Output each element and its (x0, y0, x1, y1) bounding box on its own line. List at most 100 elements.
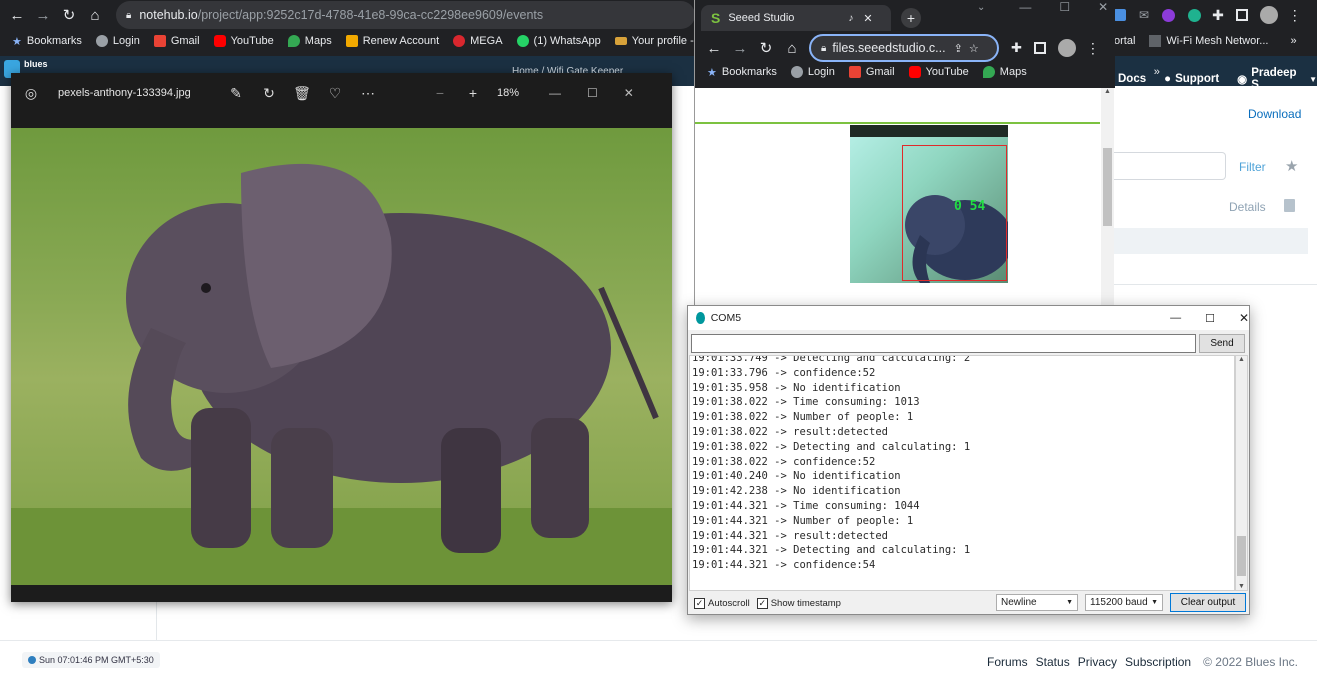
star-icon[interactable]: ★ (1285, 157, 1298, 175)
filter-button[interactable]: Filter (1239, 160, 1266, 174)
details-button[interactable]: Details (1229, 200, 1266, 214)
profile-avatar[interactable] (1259, 6, 1278, 24)
zoom-out-icon[interactable]: − (430, 85, 450, 101)
maximize-icon[interactable]: ☐ (1205, 312, 1215, 325)
bookmark-label: Bookmarks (721, 66, 777, 78)
tab-audio-icon: ♪ (848, 12, 854, 24)
bookmark-star-icon[interactable]: ☆ (969, 42, 979, 55)
arduino-icon (696, 312, 705, 324)
profile-avatar[interactable] (1057, 39, 1076, 57)
clear-output-button[interactable]: Clear output (1170, 593, 1246, 612)
address-bar[interactable]: 🔒︎ notehub.io /project/app:9252c17d-4788… (116, 1, 695, 29)
reload-icon[interactable]: ↻ (755, 37, 777, 59)
more-icon[interactable]: ⋯ (358, 85, 378, 102)
bookmark-login[interactable]: Login (95, 35, 140, 47)
rotate-icon[interactable]: ↻ (259, 85, 279, 102)
minimize-icon[interactable]: — (549, 86, 561, 100)
extension-icon[interactable] (1188, 8, 1202, 22)
share-icon[interactable]: ⇪ (954, 42, 963, 55)
close-icon[interactable]: ✕ (1239, 311, 1249, 325)
minimize-icon[interactable]: — (1019, 0, 1031, 14)
scroll-thumb[interactable] (1237, 536, 1246, 576)
back-icon[interactable]: ← (703, 37, 725, 59)
log-line: 19:01:38.022 -> Time consuming: 1013 (692, 396, 920, 409)
more-bookmarks-icon[interactable]: » (1290, 35, 1296, 47)
bookmark-whatsapp[interactable]: (1) WhatsApp (516, 35, 601, 47)
baud-select[interactable]: 115200 baud ▼ (1085, 594, 1163, 611)
tab-search-icon[interactable]: ⌄ (977, 2, 985, 13)
search-field[interactable] (1114, 152, 1226, 180)
reload-icon[interactable]: ↻ (58, 4, 80, 26)
bookmark-portal[interactable]: ortal (1114, 35, 1135, 47)
bookmark-login[interactable]: Login (790, 66, 835, 78)
scroll-up-icon[interactable]: ▲ (1236, 356, 1247, 363)
log-line: 19:01:38.022 -> Detecting and calculatin… (692, 440, 971, 453)
timestamp-label: Show timestamp (770, 597, 841, 609)
extension-icon[interactable] (1162, 8, 1176, 22)
page-scrollbar[interactable]: ▲ (1101, 88, 1114, 305)
home-icon[interactable]: ⌂ (84, 4, 106, 26)
download-link[interactable]: Download (1248, 107, 1301, 121)
bookmark-maps[interactable]: Maps (982, 66, 1027, 78)
seeed-tab[interactable]: S Seeed Studio ♪ ✕ (701, 5, 891, 31)
serial-output[interactable]: 19:01:33.749 -> Detecting and calculatin… (689, 355, 1235, 591)
close-icon[interactable]: ✕ (1098, 0, 1108, 14)
footer-status[interactable]: Status (1036, 655, 1070, 669)
back-icon[interactable]: ← (6, 4, 28, 26)
bookmark-maps[interactable]: Maps (287, 35, 332, 47)
nav-user[interactable]: Pradeep S (1251, 67, 1307, 91)
mail-icon[interactable]: ✉ (1139, 8, 1149, 22)
bookmark-gmail[interactable]: Gmail (153, 35, 200, 47)
minimize-icon[interactable]: — (1170, 312, 1181, 324)
sidepanel-icon[interactable] (1235, 9, 1248, 21)
footer-forums[interactable]: Forums (987, 655, 1028, 669)
new-tab-icon[interactable]: + (901, 8, 921, 28)
zoom-in-icon[interactable]: + (463, 85, 483, 101)
seeed-address-bar[interactable]: 🔒︎ files.seeedstudio.c... ⇪ ☆ (809, 34, 999, 62)
bookmark-gmail[interactable]: Gmail (848, 66, 895, 78)
extension-icon[interactable] (1114, 9, 1126, 21)
url-host: notehub.io (139, 8, 198, 22)
timestamp-checkbox[interactable]: ✓ (756, 597, 768, 609)
maximize-icon[interactable]: ☐ (1059, 0, 1070, 14)
menu-icon[interactable]: ⋮ (1086, 40, 1100, 57)
bookmark-renew-account[interactable]: Renew Account (345, 35, 439, 47)
forward-icon[interactable]: → (32, 4, 54, 26)
home-icon[interactable]: ⌂ (781, 37, 803, 59)
bookmark-youtube[interactable]: YouTube (213, 35, 274, 47)
menu-icon[interactable]: ⋮ (1288, 7, 1302, 24)
more-bookmarks-icon[interactable]: » (1154, 66, 1160, 78)
scroll-up-icon[interactable]: ▲ (1101, 88, 1114, 95)
lock-icon: 🔒︎ (126, 9, 132, 21)
edit-icon[interactable]: ✎ (226, 85, 246, 102)
delete-icon[interactable]: 🗑︎ (292, 85, 312, 102)
sidepanel-icon[interactable] (1033, 42, 1046, 54)
footer-subscription[interactable]: Subscription (1125, 655, 1191, 669)
footer-privacy[interactable]: Privacy (1078, 655, 1117, 669)
send-button[interactable]: Send (1199, 334, 1245, 353)
bookmark-bookmarks[interactable]: ★ Bookmarks (12, 35, 82, 48)
bookmark-youtube[interactable]: YouTube (908, 66, 969, 78)
close-icon[interactable]: ✕ (624, 86, 634, 100)
bookmark-bookmarks[interactable]: ★ Bookmarks (707, 66, 777, 79)
serial-input[interactable] (691, 334, 1196, 353)
trash-icon[interactable] (1284, 199, 1295, 212)
forward-icon[interactable]: → (729, 37, 751, 59)
output-scrollbar[interactable]: ▲ ▼ (1235, 355, 1248, 591)
maximize-icon[interactable]: ☐ (587, 86, 598, 100)
gmail-icon (153, 35, 166, 47)
puzzle-icon[interactable]: ✚ (1011, 40, 1022, 56)
line-ending-select[interactable]: Newline ▼ (996, 594, 1078, 611)
brand-name: blues (24, 59, 48, 69)
favorite-icon[interactable]: ♡ (325, 85, 345, 102)
elephant-photo[interactable] (11, 128, 672, 585)
nav-support[interactable]: Support (1175, 73, 1219, 85)
autoscroll-checkbox[interactable]: ✓ (694, 597, 705, 609)
tab-close-icon[interactable]: ✕ (863, 12, 872, 25)
bookmark-wifi-mesh[interactable]: Wi-Fi Mesh Networ... (1166, 35, 1268, 47)
bookmark-mega[interactable]: MEGA (453, 35, 503, 47)
scroll-down-icon[interactable]: ▼ (1236, 583, 1247, 590)
seeed-window-controls: ⌄ — ☐ ✕ (977, 0, 1108, 14)
scroll-thumb[interactable] (1103, 148, 1112, 226)
puzzle-icon[interactable]: ✚ (1212, 7, 1224, 24)
